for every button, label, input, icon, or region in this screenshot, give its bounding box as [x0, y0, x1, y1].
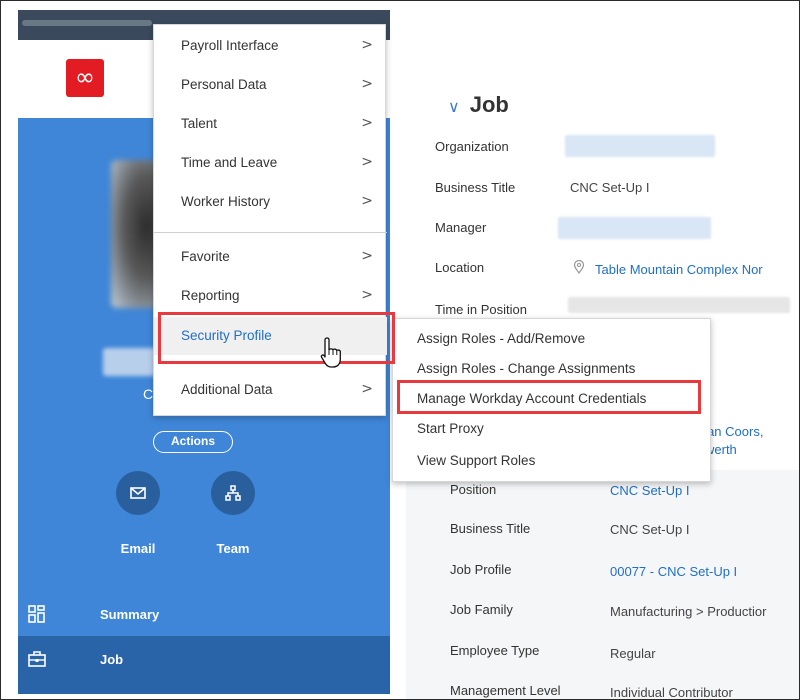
briefcase-icon [28, 651, 46, 667]
related-actions-menu: Payroll Interface > Personal Data > Tale… [153, 24, 387, 416]
hand-pointer-cursor-icon [320, 337, 341, 368]
menu-item-talent[interactable]: Talent > [154, 105, 387, 143]
position-details-panel [406, 470, 799, 699]
job-profile-label: Job Profile [450, 562, 512, 577]
chevron-right-icon: > [361, 287, 373, 303]
location-label: Location [435, 260, 485, 275]
nav-job[interactable]: Job [18, 636, 390, 694]
submenu-item-label: Manage Workday Account Credentials [417, 391, 647, 406]
actions-button[interactable]: Actions [153, 431, 233, 453]
menu-item-label: Reporting [181, 288, 240, 303]
job-family-value: Manufacturing > Productior [610, 604, 767, 619]
submenu-item-label: Start Proxy [417, 421, 484, 436]
chevron-right-icon: > [361, 37, 373, 53]
time-in-position-redacted [568, 297, 790, 313]
submenu-item-label: Assign Roles - Change Assignments [417, 361, 636, 376]
employee-type-value: Regular [610, 646, 656, 661]
manager-value-redacted [558, 217, 711, 239]
chevron-down-icon[interactable]: ∨ [448, 99, 460, 116]
business-title-value: CNC Set-Up I [570, 180, 650, 195]
manager-label: Manager [435, 220, 487, 235]
nav-job-label: Job [100, 652, 124, 667]
job-family-label: Job Family [450, 602, 513, 617]
menu-item-favorite[interactable]: Favorite > [154, 238, 387, 276]
submenu-item-view-support-roles[interactable]: View Support Roles [393, 445, 712, 477]
menu-item-additional-data[interactable]: Additional Data > [154, 371, 387, 409]
business-title-label: Business Title [435, 180, 516, 195]
position-label: Position [450, 482, 497, 497]
submenu-item-manage-account-credentials[interactable]: Manage Workday Account Credentials [393, 383, 712, 415]
job-section-header[interactable]: ∨ Job [448, 92, 509, 118]
menu-item-label: Payroll Interface [181, 38, 279, 53]
position-link[interactable]: CNC Set-Up I [610, 483, 689, 498]
chevron-right-icon: > [361, 154, 373, 170]
email-button[interactable] [116, 471, 160, 515]
team-org-chart-icon [225, 485, 241, 501]
menu-item-label: Talent [181, 116, 218, 131]
time-in-position-label: Time in Position [435, 302, 527, 317]
menu-item-label: Worker History [181, 194, 271, 209]
business-title-value-2: CNC Set-Up I [610, 522, 690, 537]
email-icon [130, 487, 146, 499]
job-section-title: Job [469, 92, 509, 117]
management-level-value: Individual Contributor [610, 685, 733, 700]
chevron-right-icon: > [361, 193, 373, 209]
chevron-right-icon: > [361, 76, 373, 92]
menu-item-payroll-interface[interactable]: Payroll Interface > [154, 27, 387, 65]
submenu-item-label: View Support Roles [417, 453, 536, 468]
nav-summary[interactable]: Summary [18, 592, 390, 636]
location-pin-icon [573, 260, 585, 274]
menu-item-label: Personal Data [181, 77, 267, 92]
submenu-item-assign-roles-change[interactable]: Assign Roles - Change Assignments [393, 353, 712, 385]
company-logo[interactable]: ∞ [66, 59, 104, 97]
submenu-item-label: Assign Roles - Add/Remove [417, 331, 586, 346]
management-level-label: Management Level [450, 683, 561, 698]
chevron-right-icon: > [361, 248, 373, 264]
email-label: Email [120, 541, 156, 556]
location-link[interactable]: Table Mountain Complex Nor [595, 262, 763, 277]
employee-type-label: Employee Type [450, 643, 540, 658]
menu-item-security-profile[interactable]: Security Profile [154, 317, 387, 355]
menu-divider [154, 232, 387, 233]
menu-item-label: Favorite [181, 249, 230, 264]
menu-item-label: Security Profile [181, 328, 272, 343]
menu-item-reporting[interactable]: Reporting > [154, 277, 387, 315]
job-profile-link[interactable]: 00077 - CNC Set-Up I [610, 564, 737, 579]
menu-item-personal-data[interactable]: Personal Data > [154, 66, 387, 104]
chevron-right-icon: > [361, 381, 373, 397]
business-title-label-2: Business Title [450, 521, 531, 536]
team-button[interactable] [211, 471, 255, 515]
menu-item-label: Additional Data [181, 382, 273, 397]
menu-item-worker-history[interactable]: Worker History > [154, 183, 387, 221]
screenshot-frame: ∞ C Actions Email Team Summary Job ∨ Job… [0, 0, 800, 700]
menu-item-label: Time and Leave [181, 155, 278, 170]
redacted-text [22, 20, 152, 26]
submenu-item-start-proxy[interactable]: Start Proxy [393, 413, 712, 445]
nav-summary-label: Summary [100, 607, 160, 622]
worker-id-partial: C [143, 386, 154, 402]
organization-label: Organization [435, 139, 509, 154]
team-label: Team [216, 541, 250, 556]
chevron-right-icon: > [361, 115, 373, 131]
summary-grid-icon [28, 605, 45, 623]
security-profile-submenu: Assign Roles - Add/Remove Assign Roles -… [392, 318, 711, 482]
menu-item-time-and-leave[interactable]: Time and Leave > [154, 144, 387, 182]
organization-value-redacted [565, 135, 715, 157]
submenu-item-assign-roles-add-remove[interactable]: Assign Roles - Add/Remove [393, 323, 712, 355]
